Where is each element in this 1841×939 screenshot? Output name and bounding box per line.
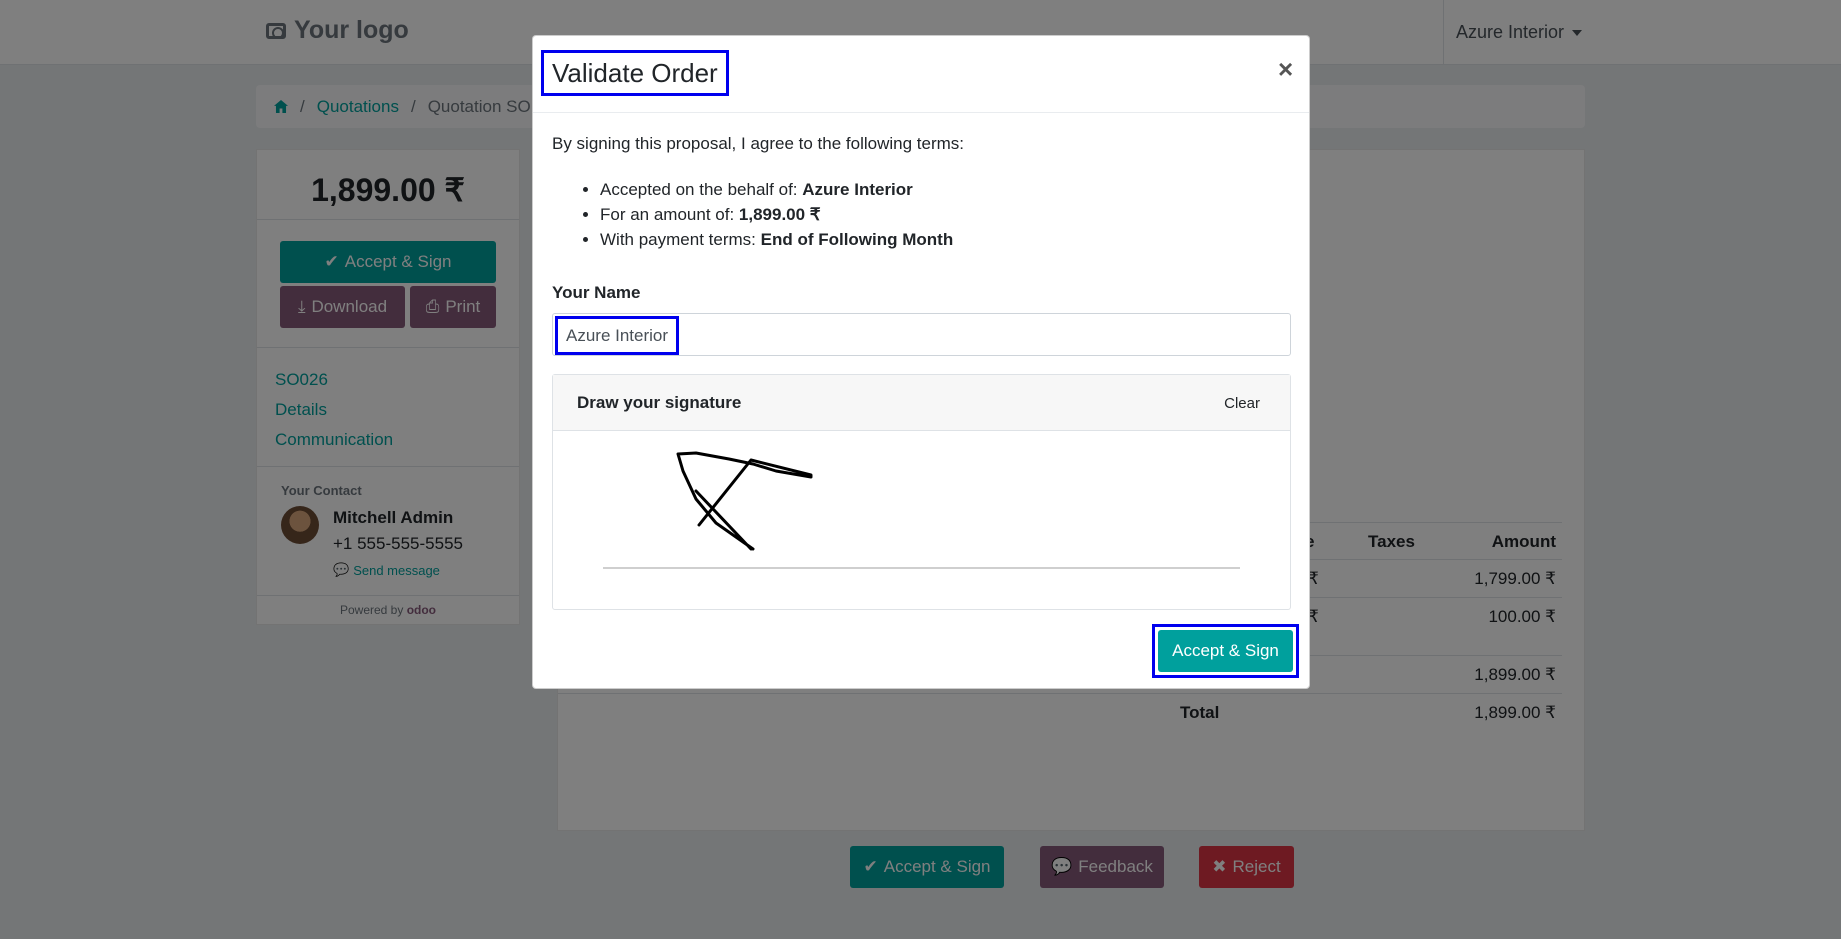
list-item: Accepted on the behalf of: Azure Interio… — [600, 177, 964, 202]
signature-card: Draw your signature Clear — [552, 374, 1291, 610]
modal-title: Validate Order — [541, 50, 729, 96]
your-name-value: Azure Interior — [555, 316, 680, 355]
modal-accept-sign-label: Accept & Sign — [1158, 630, 1293, 672]
terms-intro: By signing this proposal, I agree to the… — [552, 134, 964, 153]
terms-section: By signing this proposal, I agree to the… — [552, 134, 964, 252]
modal-accept-sign-button[interactable]: Accept & Sign — [1152, 624, 1299, 678]
list-item: For an amount of: 1,899.00 ₹ — [600, 202, 964, 227]
clear-signature-button[interactable]: Clear — [1224, 395, 1260, 412]
your-name-input[interactable]: Azure Interior — [552, 313, 1291, 356]
signature-drawing — [603, 451, 1240, 569]
modal-header: Validate Order × — [533, 36, 1309, 113]
term-value: End of Following Month — [760, 230, 954, 249]
signature-header: Draw your signature Clear — [553, 375, 1290, 431]
signature-title: Draw your signature — [577, 393, 742, 412]
term-label: With payment terms: — [600, 230, 761, 249]
signature-canvas[interactable] — [553, 431, 1290, 609]
term-value: 1,899.00 ₹ — [738, 205, 821, 224]
list-item: With payment terms: End of Following Mon… — [600, 227, 964, 252]
term-value: Azure Interior — [802, 180, 913, 199]
close-button[interactable]: × — [1278, 56, 1293, 82]
term-label: Accepted on the behalf of: — [600, 180, 803, 199]
term-label: For an amount of: — [600, 205, 739, 224]
your-name-label: Your Name — [552, 283, 641, 302]
terms-list: Accepted on the behalf of: Azure Interio… — [600, 177, 964, 252]
validate-order-modal: Validate Order × By signing this proposa… — [532, 35, 1310, 689]
